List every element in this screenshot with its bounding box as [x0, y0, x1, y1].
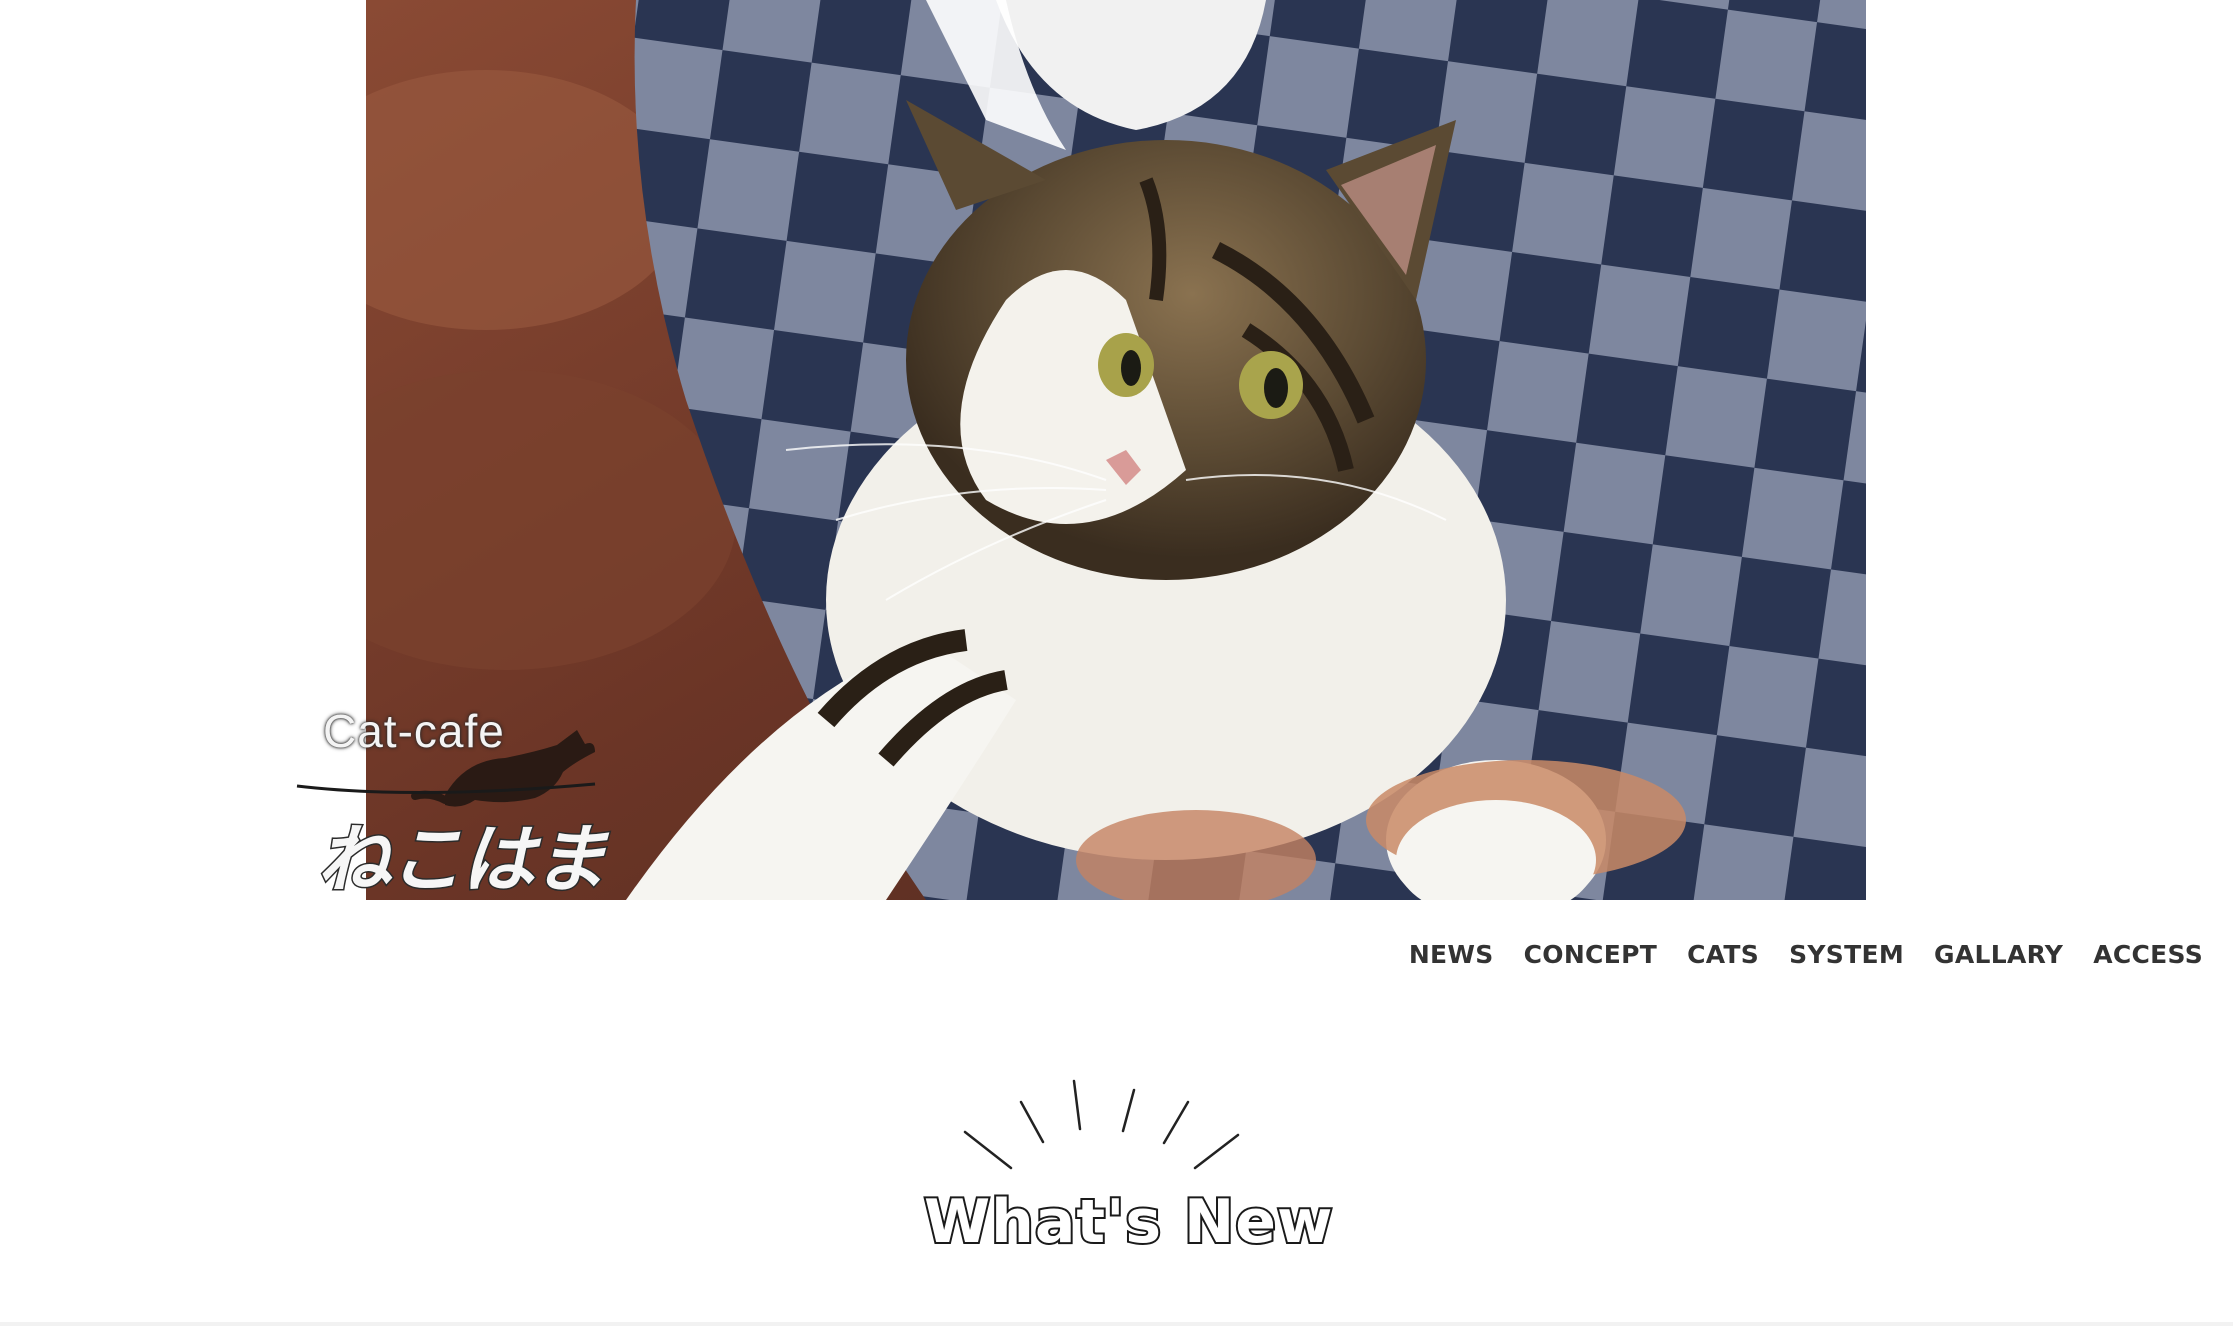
divider	[0, 1322, 2233, 1326]
whats-new-heading: What's New	[920, 1075, 1334, 1259]
nav-item-gallary[interactable]: GALLARY	[1934, 940, 2063, 969]
nav-item-cats[interactable]: CATS	[1687, 940, 1759, 969]
nav-item-news[interactable]: NEWS	[1409, 940, 1494, 969]
nav-item-system[interactable]: SYSTEM	[1789, 940, 1904, 969]
page: Cat-cafe ねこはま NEWS CONCEPT CATS SYSTEM G…	[0, 0, 2233, 1326]
section-title: What's New	[922, 1185, 1334, 1259]
main-navigation: NEWS CONCEPT CATS SYSTEM GALLARY ACCESS	[1409, 940, 2203, 969]
nav-item-access[interactable]: ACCESS	[2093, 940, 2203, 969]
logo-english-text: Cat-cafe	[323, 705, 505, 757]
logo-japanese-text: ねこはま	[316, 816, 609, 905]
nav-item-concept[interactable]: CONCEPT	[1524, 940, 1657, 969]
site-logo[interactable]: Cat-cafe ねこはま	[295, 700, 615, 905]
sunburst-icon	[963, 1079, 1240, 1170]
